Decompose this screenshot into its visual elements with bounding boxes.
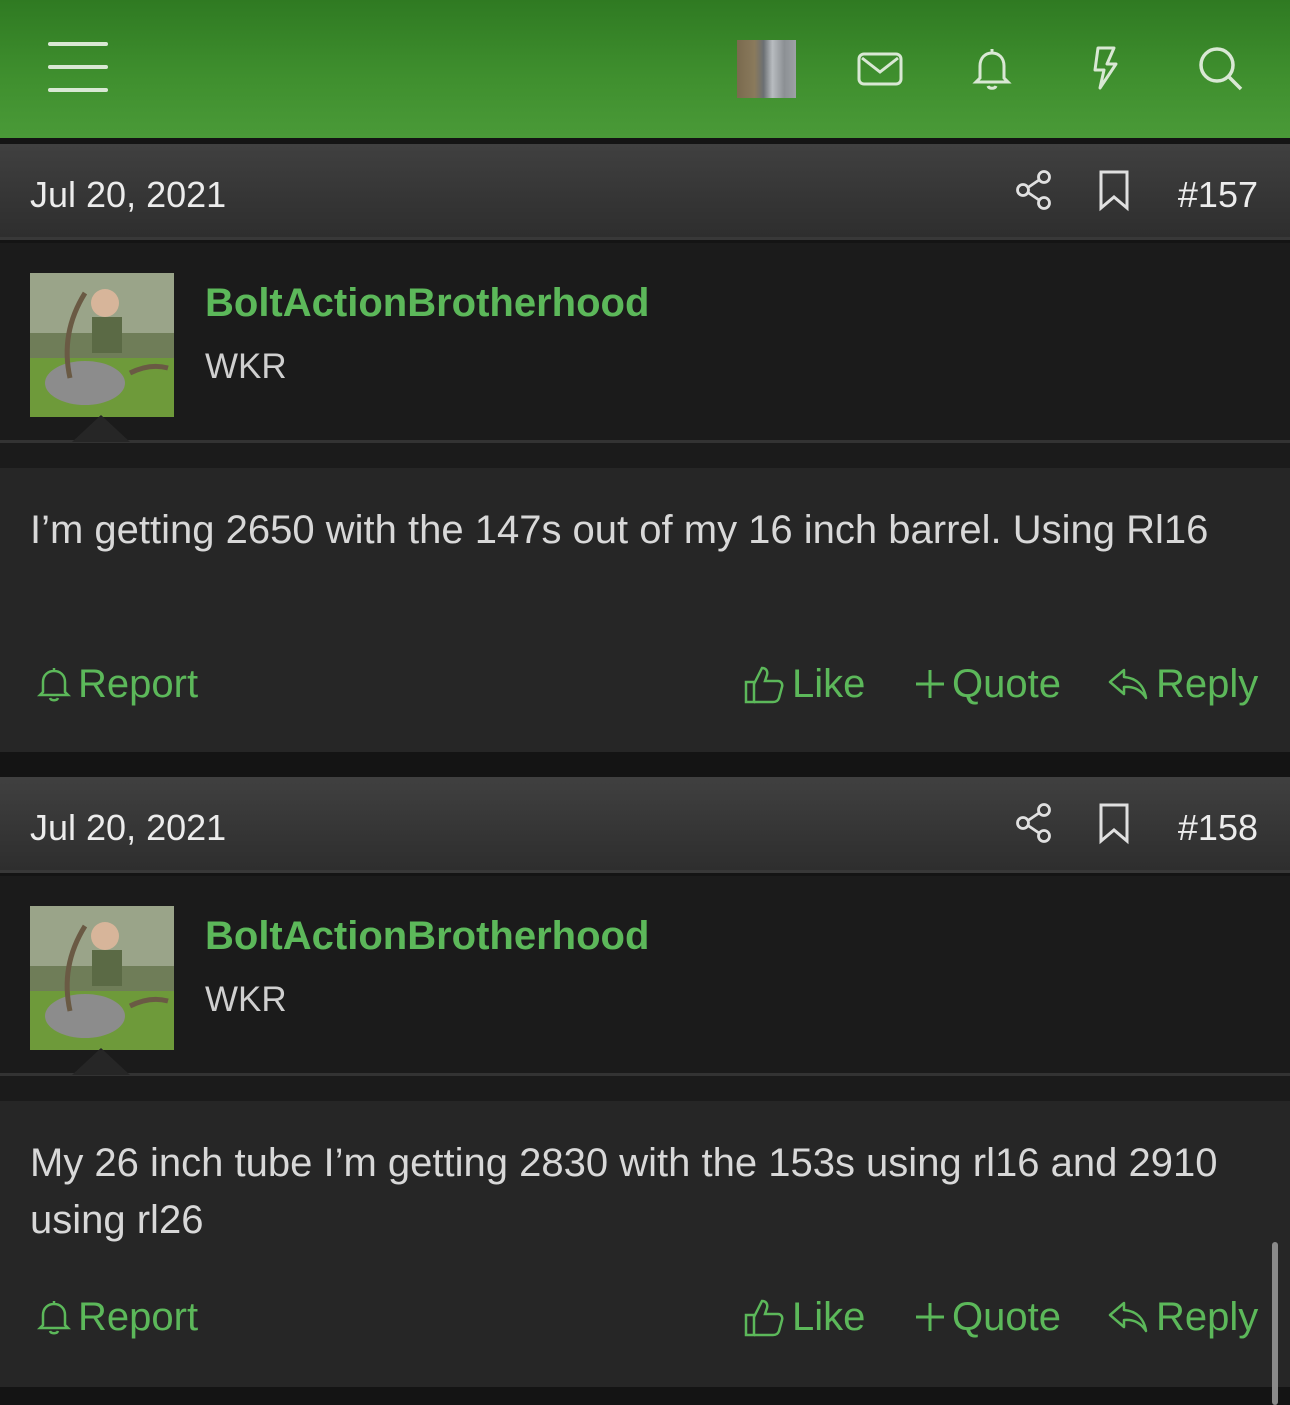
report-label: Report [78,661,199,706]
post-header: Jul 20, 2021 #158 [0,777,1290,873]
bell-icon [36,1301,72,1335]
share-icon[interactable] [1012,801,1056,845]
post-actions: Report Like Quote Reply [0,656,1290,712]
post-author: BoltActionBrotherhood WKR [0,876,1290,1101]
reply-button[interactable]: Reply [1106,656,1258,712]
post-message: I’m getting 2650 with the 147s out of my… [30,508,1209,552]
post-separator [0,752,1290,777]
search-icon[interactable] [1196,44,1244,92]
share-icon[interactable] [1012,168,1056,212]
report-button[interactable]: Report [36,1289,198,1345]
post-number[interactable]: #157 [1178,174,1258,216]
post-author: BoltActionBrotherhood WKR [0,243,1290,468]
plus-icon [916,1303,944,1331]
post-actions: Report Like Quote Reply [0,1289,1290,1345]
plus-icon [916,670,944,698]
avatar[interactable] [30,906,174,1050]
username-link[interactable]: BoltActionBrotherhood [205,281,649,326]
reply-label: Reply [1156,1294,1259,1339]
bookmark-icon[interactable] [1094,168,1134,212]
report-label: Report [78,1294,199,1339]
author-pointer [72,415,130,442]
divider [0,440,1290,443]
post-body: My 26 inch tube I’m getting 2830 with th… [0,1101,1290,1387]
thumbs-up-icon [744,1299,784,1337]
user-title: WKR [205,980,287,1019]
post-157: Jul 20, 2021 #157 BoltActionBrotherhood … [0,144,1290,752]
post-header: Jul 20, 2021 #157 [0,144,1290,240]
lightning-icon[interactable] [1082,44,1130,92]
like-button[interactable]: Like [742,656,865,712]
post-158: Jul 20, 2021 #158 BoltActionBrotherhood … [0,777,1290,1387]
avatar[interactable] [30,273,174,417]
quote-label: Quote [952,661,1061,706]
user-title: WKR [205,347,287,386]
envelope-icon[interactable] [856,44,904,92]
reply-arrow-icon [1108,668,1148,700]
quote-button[interactable]: Quote [914,1289,1061,1345]
reply-button[interactable]: Reply [1106,1289,1258,1345]
quote-button[interactable]: Quote [914,656,1061,712]
divider [0,1073,1290,1076]
bell-icon[interactable] [968,44,1016,92]
post-date[interactable]: Jul 20, 2021 [30,174,226,216]
post-number[interactable]: #158 [1178,807,1258,849]
thumbs-up-icon [744,666,784,704]
post-date[interactable]: Jul 20, 2021 [30,807,226,849]
post-message: My 26 inch tube I’m getting 2830 with th… [30,1141,1218,1242]
account-avatar[interactable] [737,40,796,98]
scrollbar[interactable] [1272,1242,1278,1405]
like-label: Like [792,661,866,706]
like-button[interactable]: Like [742,1289,865,1345]
top-nav-bar [0,0,1290,138]
reply-label: Reply [1156,661,1259,706]
reply-arrow-icon [1108,1301,1148,1333]
author-pointer [72,1048,130,1075]
like-label: Like [792,1294,866,1339]
username-link[interactable]: BoltActionBrotherhood [205,914,649,959]
report-button[interactable]: Report [36,656,198,712]
quote-label: Quote [952,1294,1061,1339]
bell-icon [36,668,72,702]
post-body: I’m getting 2650 with the 147s out of my… [0,468,1290,752]
menu-icon[interactable] [48,42,108,92]
bookmark-icon[interactable] [1094,801,1134,845]
